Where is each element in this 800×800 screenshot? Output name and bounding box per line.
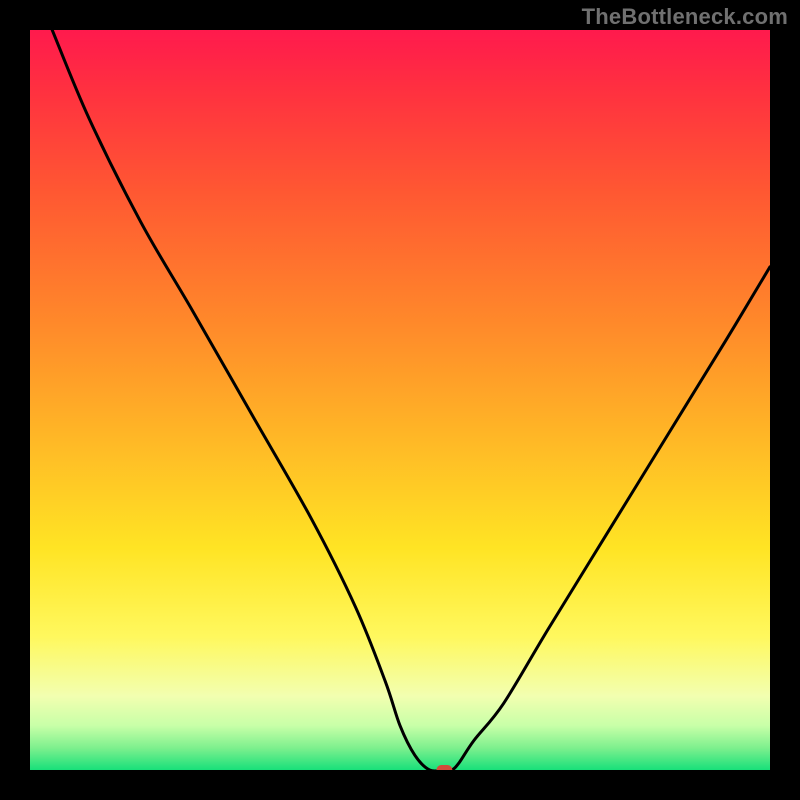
optimal-marker — [436, 765, 452, 770]
plot-area — [30, 30, 770, 770]
watermark-label: TheBottleneck.com — [582, 4, 788, 30]
chart-frame: TheBottleneck.com — [0, 0, 800, 800]
bottleneck-curve-path — [52, 30, 770, 770]
bottleneck-curve-svg — [30, 30, 770, 770]
